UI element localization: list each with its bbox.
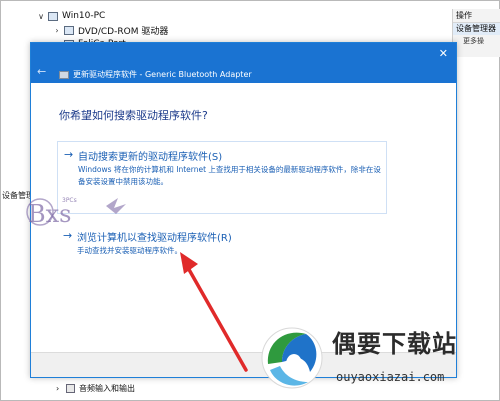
tree-node-label: Win10-PC: [62, 11, 106, 21]
computer-icon: [48, 11, 58, 21]
dialog-question: 你希望如何搜索驱动程序软件?: [59, 109, 208, 122]
chevron-right-icon[interactable]: ›: [56, 384, 66, 393]
site-logo: 偶要下载站 ouyaoxiazai.com: [254, 318, 500, 401]
close-icon[interactable]: ✕: [439, 47, 448, 60]
tree-node-computer[interactable]: ∨ Win10-PC: [36, 9, 105, 23]
actions-panel: 操作 设备管理器 更多操: [452, 9, 500, 57]
arrow-right-icon: →: [64, 148, 74, 161]
watermark-logo: Bxs 3PCs: [26, 197, 126, 228]
chevron-down-icon[interactable]: ∨: [36, 12, 46, 21]
actions-more-link[interactable]: 更多操: [453, 35, 500, 47]
tree-node-label: DVD/CD-ROM 驱动器: [78, 26, 169, 37]
speaker-icon: [66, 383, 75, 393]
tree-node-dvd[interactable]: › DVD/CD-ROM 驱动器: [52, 23, 168, 37]
option-title: 自动搜索更新的驱动程序软件(S): [78, 152, 223, 163]
actions-item-device-manager[interactable]: 设备管理器: [453, 23, 500, 35]
watermark-text: Bxs: [28, 200, 72, 228]
back-arrow-icon[interactable]: ←: [37, 65, 46, 78]
option-description: Windows 将在你的计算机和 Internet 上查找用于相关设备的最新驱动…: [78, 165, 381, 186]
device-icon: [59, 71, 69, 79]
tree-node-audio[interactable]: › 音频输入和输出: [56, 381, 135, 395]
site-logo-url: ouyaoxiazai.com: [336, 370, 445, 384]
actions-header: 操作: [453, 9, 500, 23]
watermark-small-text: 3PCs: [62, 197, 77, 204]
chevron-right-icon[interactable]: ›: [52, 26, 62, 35]
site-logo-text: 偶要下载站: [332, 330, 457, 358]
site-logo-icon: [261, 327, 323, 389]
disc-drive-icon: [64, 25, 74, 35]
dialog-title: 更新驱动程序软件 - Generic Bluetooth Adapter: [73, 70, 252, 79]
tree-node-label: 音频输入和输出: [79, 383, 135, 393]
dialog-titlebar: ← 更新驱动程序软件 - Generic Bluetooth Adapter ✕: [31, 43, 456, 83]
option-description: 手动查找并安装驱动程序软件。: [77, 246, 182, 255]
